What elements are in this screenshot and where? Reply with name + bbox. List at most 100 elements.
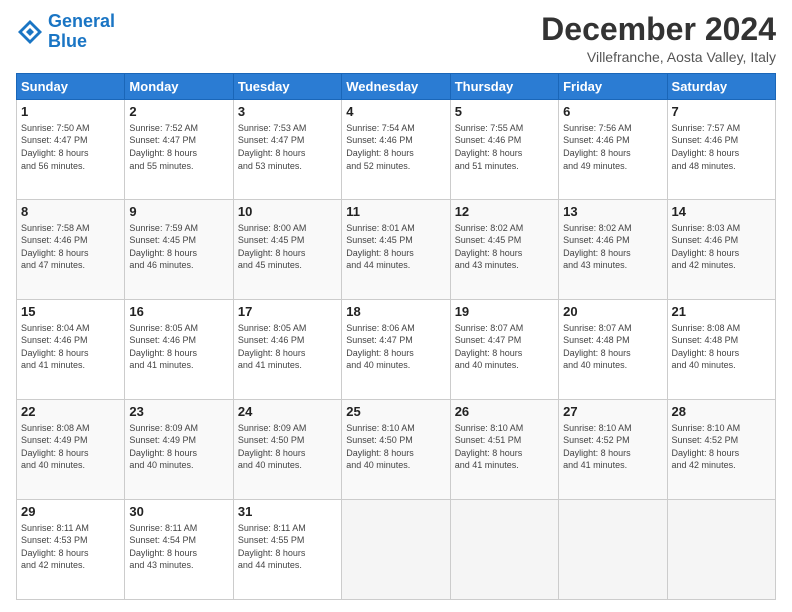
calendar-table: SundayMondayTuesdayWednesdayThursdayFrid… <box>16 73 776 600</box>
day-header-saturday: Saturday <box>667 74 775 100</box>
calendar-cell: 20Sunrise: 8:07 AM Sunset: 4:48 PM Dayli… <box>559 300 667 400</box>
calendar-cell: 31Sunrise: 8:11 AM Sunset: 4:55 PM Dayli… <box>233 500 341 600</box>
day-info: Sunrise: 7:54 AM Sunset: 4:46 PM Dayligh… <box>346 122 445 172</box>
calendar-cell: 25Sunrise: 8:10 AM Sunset: 4:50 PM Dayli… <box>342 400 450 500</box>
day-number: 12 <box>455 203 554 221</box>
day-info: Sunrise: 8:04 AM Sunset: 4:46 PM Dayligh… <box>21 322 120 372</box>
calendar-header-row: SundayMondayTuesdayWednesdayThursdayFrid… <box>17 74 776 100</box>
day-number: 16 <box>129 303 228 321</box>
day-info: Sunrise: 7:52 AM Sunset: 4:47 PM Dayligh… <box>129 122 228 172</box>
day-info: Sunrise: 8:02 AM Sunset: 4:46 PM Dayligh… <box>563 222 662 272</box>
title-section: December 2024 Villefranche, Aosta Valley… <box>541 12 776 65</box>
day-info: Sunrise: 8:11 AM Sunset: 4:55 PM Dayligh… <box>238 522 337 572</box>
day-info: Sunrise: 8:09 AM Sunset: 4:50 PM Dayligh… <box>238 422 337 472</box>
calendar-cell: 2Sunrise: 7:52 AM Sunset: 4:47 PM Daylig… <box>125 100 233 200</box>
logo-icon <box>16 18 44 46</box>
day-header-tuesday: Tuesday <box>233 74 341 100</box>
day-info: Sunrise: 8:00 AM Sunset: 4:45 PM Dayligh… <box>238 222 337 272</box>
day-info: Sunrise: 8:10 AM Sunset: 4:50 PM Dayligh… <box>346 422 445 472</box>
day-number: 29 <box>21 503 120 521</box>
day-info: Sunrise: 8:07 AM Sunset: 4:47 PM Dayligh… <box>455 322 554 372</box>
calendar-cell: 12Sunrise: 8:02 AM Sunset: 4:45 PM Dayli… <box>450 200 558 300</box>
day-number: 14 <box>672 203 771 221</box>
day-header-thursday: Thursday <box>450 74 558 100</box>
day-header-sunday: Sunday <box>17 74 125 100</box>
calendar-cell <box>667 500 775 600</box>
calendar-cell: 3Sunrise: 7:53 AM Sunset: 4:47 PM Daylig… <box>233 100 341 200</box>
month-title: December 2024 <box>541 12 776 47</box>
day-number: 11 <box>346 203 445 221</box>
calendar-cell <box>450 500 558 600</box>
day-info: Sunrise: 7:58 AM Sunset: 4:46 PM Dayligh… <box>21 222 120 272</box>
day-info: Sunrise: 8:09 AM Sunset: 4:49 PM Dayligh… <box>129 422 228 472</box>
calendar-cell: 4Sunrise: 7:54 AM Sunset: 4:46 PM Daylig… <box>342 100 450 200</box>
day-info: Sunrise: 8:07 AM Sunset: 4:48 PM Dayligh… <box>563 322 662 372</box>
calendar-cell: 13Sunrise: 8:02 AM Sunset: 4:46 PM Dayli… <box>559 200 667 300</box>
header: General Blue December 2024 Villefranche,… <box>16 12 776 65</box>
day-info: Sunrise: 8:10 AM Sunset: 4:52 PM Dayligh… <box>672 422 771 472</box>
calendar-cell: 15Sunrise: 8:04 AM Sunset: 4:46 PM Dayli… <box>17 300 125 400</box>
day-number: 22 <box>21 403 120 421</box>
day-info: Sunrise: 8:02 AM Sunset: 4:45 PM Dayligh… <box>455 222 554 272</box>
day-info: Sunrise: 7:55 AM Sunset: 4:46 PM Dayligh… <box>455 122 554 172</box>
day-number: 7 <box>672 103 771 121</box>
day-number: 25 <box>346 403 445 421</box>
calendar-cell: 8Sunrise: 7:58 AM Sunset: 4:46 PM Daylig… <box>17 200 125 300</box>
calendar-cell: 6Sunrise: 7:56 AM Sunset: 4:46 PM Daylig… <box>559 100 667 200</box>
calendar-cell: 16Sunrise: 8:05 AM Sunset: 4:46 PM Dayli… <box>125 300 233 400</box>
day-header-monday: Monday <box>125 74 233 100</box>
calendar-cell: 7Sunrise: 7:57 AM Sunset: 4:46 PM Daylig… <box>667 100 775 200</box>
day-number: 21 <box>672 303 771 321</box>
day-info: Sunrise: 8:08 AM Sunset: 4:49 PM Dayligh… <box>21 422 120 472</box>
calendar-week-row: 15Sunrise: 8:04 AM Sunset: 4:46 PM Dayli… <box>17 300 776 400</box>
day-header-friday: Friday <box>559 74 667 100</box>
day-header-wednesday: Wednesday <box>342 74 450 100</box>
day-number: 20 <box>563 303 662 321</box>
location: Villefranche, Aosta Valley, Italy <box>541 49 776 65</box>
day-number: 1 <box>21 103 120 121</box>
day-info: Sunrise: 8:08 AM Sunset: 4:48 PM Dayligh… <box>672 322 771 372</box>
day-info: Sunrise: 8:05 AM Sunset: 4:46 PM Dayligh… <box>129 322 228 372</box>
day-number: 5 <box>455 103 554 121</box>
day-info: Sunrise: 7:50 AM Sunset: 4:47 PM Dayligh… <box>21 122 120 172</box>
calendar-cell: 5Sunrise: 7:55 AM Sunset: 4:46 PM Daylig… <box>450 100 558 200</box>
day-number: 10 <box>238 203 337 221</box>
day-info: Sunrise: 8:11 AM Sunset: 4:54 PM Dayligh… <box>129 522 228 572</box>
day-number: 31 <box>238 503 337 521</box>
calendar-cell: 10Sunrise: 8:00 AM Sunset: 4:45 PM Dayli… <box>233 200 341 300</box>
day-number: 3 <box>238 103 337 121</box>
calendar-cell: 27Sunrise: 8:10 AM Sunset: 4:52 PM Dayli… <box>559 400 667 500</box>
logo: General Blue <box>16 12 115 52</box>
calendar-cell: 14Sunrise: 8:03 AM Sunset: 4:46 PM Dayli… <box>667 200 775 300</box>
calendar-cell: 28Sunrise: 8:10 AM Sunset: 4:52 PM Dayli… <box>667 400 775 500</box>
day-number: 30 <box>129 503 228 521</box>
day-number: 24 <box>238 403 337 421</box>
calendar-cell: 26Sunrise: 8:10 AM Sunset: 4:51 PM Dayli… <box>450 400 558 500</box>
calendar-cell <box>342 500 450 600</box>
calendar-cell: 1Sunrise: 7:50 AM Sunset: 4:47 PM Daylig… <box>17 100 125 200</box>
calendar-cell: 22Sunrise: 8:08 AM Sunset: 4:49 PM Dayli… <box>17 400 125 500</box>
day-info: Sunrise: 8:01 AM Sunset: 4:45 PM Dayligh… <box>346 222 445 272</box>
calendar-cell: 30Sunrise: 8:11 AM Sunset: 4:54 PM Dayli… <box>125 500 233 600</box>
day-info: Sunrise: 7:59 AM Sunset: 4:45 PM Dayligh… <box>129 222 228 272</box>
page: General Blue December 2024 Villefranche,… <box>0 0 792 612</box>
day-info: Sunrise: 8:05 AM Sunset: 4:46 PM Dayligh… <box>238 322 337 372</box>
day-number: 28 <box>672 403 771 421</box>
logo-line1: General <box>48 11 115 31</box>
day-info: Sunrise: 8:06 AM Sunset: 4:47 PM Dayligh… <box>346 322 445 372</box>
day-info: Sunrise: 8:10 AM Sunset: 4:52 PM Dayligh… <box>563 422 662 472</box>
day-number: 23 <box>129 403 228 421</box>
calendar-week-row: 8Sunrise: 7:58 AM Sunset: 4:46 PM Daylig… <box>17 200 776 300</box>
day-number: 15 <box>21 303 120 321</box>
calendar-cell: 23Sunrise: 8:09 AM Sunset: 4:49 PM Dayli… <box>125 400 233 500</box>
day-number: 19 <box>455 303 554 321</box>
calendar-cell: 19Sunrise: 8:07 AM Sunset: 4:47 PM Dayli… <box>450 300 558 400</box>
day-number: 4 <box>346 103 445 121</box>
calendar-cell <box>559 500 667 600</box>
calendar-cell: 18Sunrise: 8:06 AM Sunset: 4:47 PM Dayli… <box>342 300 450 400</box>
calendar-week-row: 1Sunrise: 7:50 AM Sunset: 4:47 PM Daylig… <box>17 100 776 200</box>
day-info: Sunrise: 7:56 AM Sunset: 4:46 PM Dayligh… <box>563 122 662 172</box>
day-info: Sunrise: 8:10 AM Sunset: 4:51 PM Dayligh… <box>455 422 554 472</box>
day-info: Sunrise: 7:53 AM Sunset: 4:47 PM Dayligh… <box>238 122 337 172</box>
day-number: 17 <box>238 303 337 321</box>
